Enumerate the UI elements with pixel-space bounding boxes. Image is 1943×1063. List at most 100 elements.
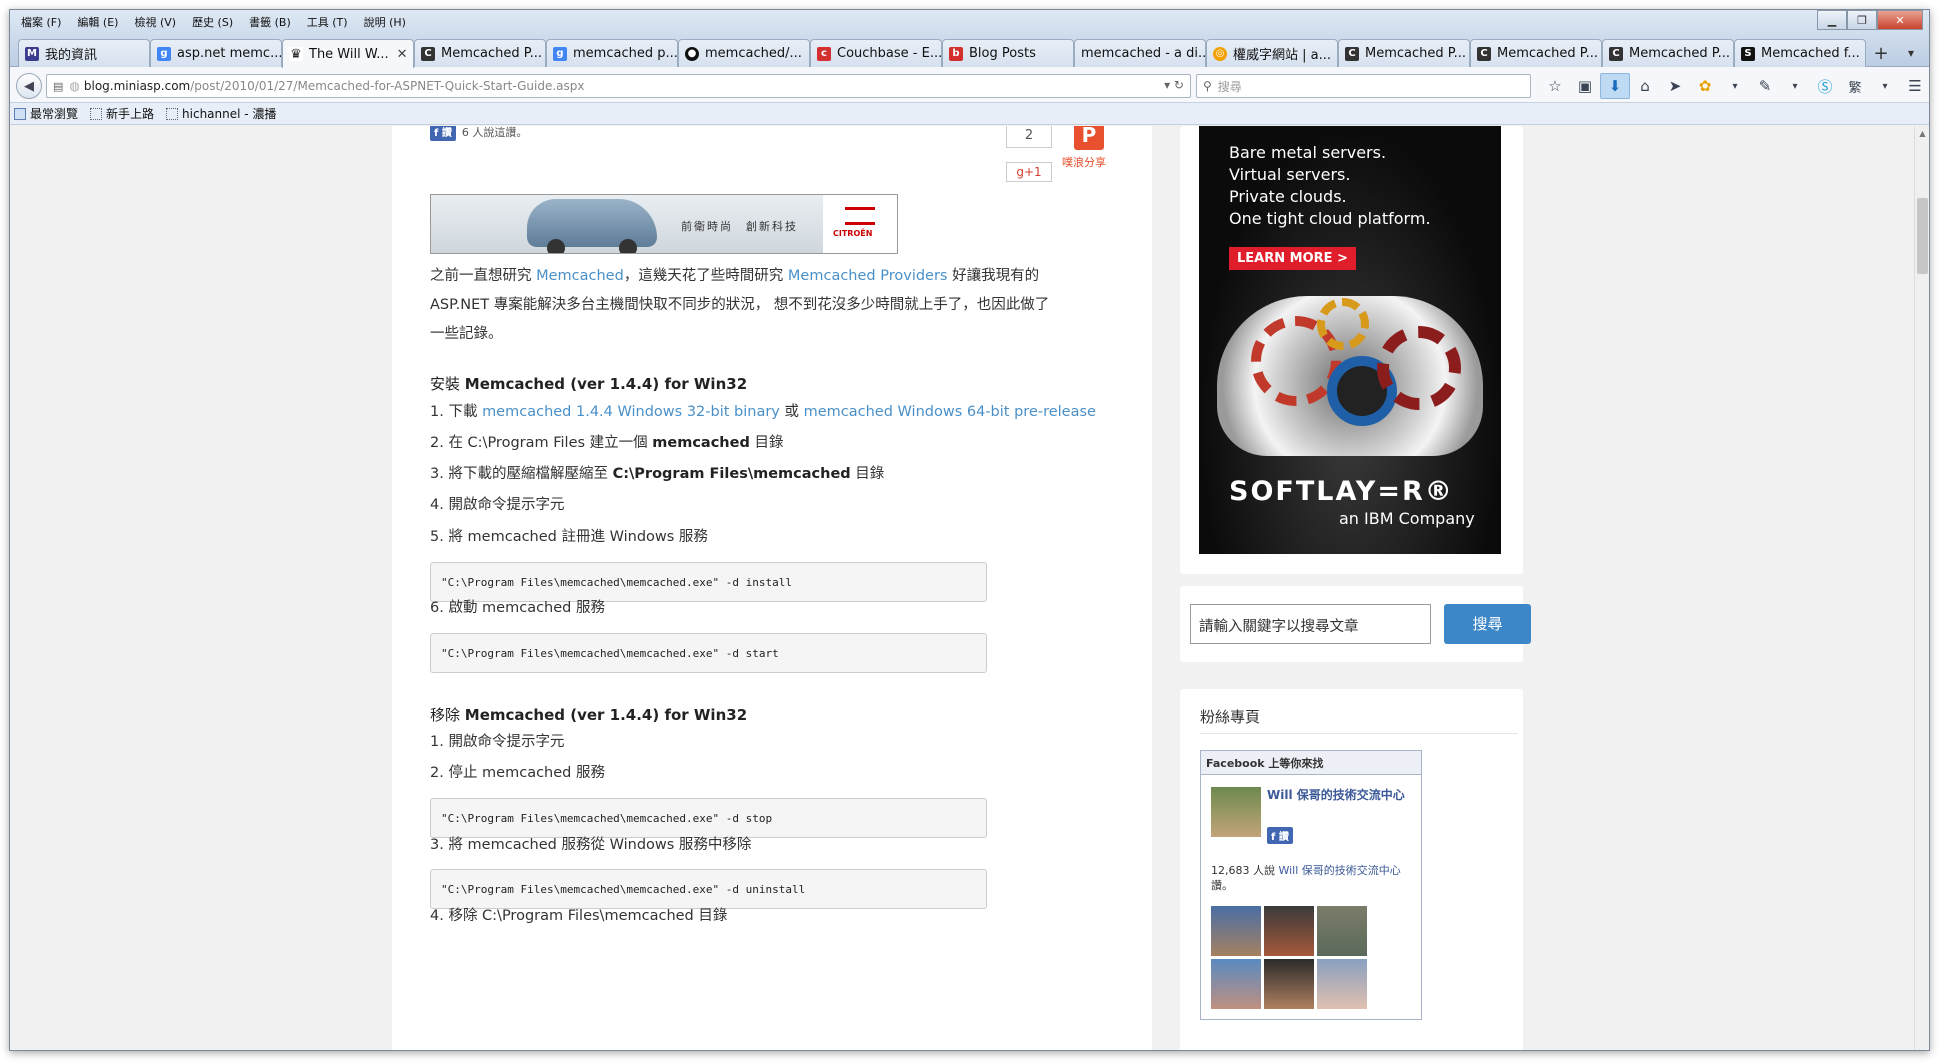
close-window-button[interactable]: ✕ bbox=[1877, 10, 1923, 30]
fan-avatar[interactable] bbox=[1317, 959, 1367, 1009]
fan-avatar[interactable] bbox=[1264, 906, 1314, 956]
step-4: 4. 開啟命令提示字元 bbox=[430, 497, 565, 513]
dropdown-icon[interactable]: ▾ bbox=[1870, 73, 1900, 99]
text: 之前一直想研究 bbox=[430, 268, 537, 284]
url-bar[interactable]: ▤ ◍ blog.miniasp.com/post/2010/01/27/Mem… bbox=[46, 74, 1191, 98]
fb-page-name-link[interactable]: Will 保哥的技術交流中心 bbox=[1267, 787, 1417, 804]
fb-likes-text: 12,683 人說 Will 保哥的技術交流中心 讚。 bbox=[1211, 863, 1416, 893]
extension-icon[interactable]: ✿ bbox=[1690, 73, 1720, 99]
google-icon: g bbox=[553, 46, 567, 61]
article-search-input[interactable]: 請輸入關鍵字以搜尋文章 bbox=[1190, 604, 1431, 644]
menu-help[interactable]: 說明 (H) bbox=[357, 12, 413, 32]
remove-step-3: 3. 將 memcached 服務從 Windows 服務中移除 bbox=[430, 837, 752, 853]
navigation-bar: ◀ ▤ ◍ blog.miniasp.com/post/2010/01/27/M… bbox=[10, 67, 1929, 103]
tab-list-dropdown-icon[interactable]: ▾ bbox=[1898, 39, 1924, 67]
plurk-icon[interactable]: P bbox=[1074, 126, 1104, 150]
browser-window: 檔案 (F) 編輯 (E) 檢視 (V) 歷史 (S) 書籤 (B) 工具 (T… bbox=[9, 9, 1930, 1051]
bold-text: C:\Program Files\memcached bbox=[612, 466, 851, 482]
car-ad-banner[interactable]: 前衛時尚 創新科技 CITROËN bbox=[430, 194, 898, 254]
tab[interactable]: C Memcached P... bbox=[1602, 39, 1734, 67]
minimize-button[interactable]: ▁ bbox=[1817, 10, 1847, 30]
like-label: 讚 bbox=[1278, 832, 1289, 843]
fan-avatar[interactable] bbox=[1211, 906, 1261, 956]
tab[interactable]: g memcached p... bbox=[546, 39, 678, 67]
text: 3. 將下載的壓縮檔解壓縮至 bbox=[430, 466, 613, 482]
identity-icon[interactable]: ▤ bbox=[53, 80, 63, 93]
restore-button[interactable]: ❐ bbox=[1847, 10, 1877, 30]
ad-line: Bare metal servers. bbox=[1229, 143, 1387, 162]
facebook-icon: f bbox=[1271, 832, 1276, 843]
tab[interactable]: g asp.net memc... bbox=[150, 39, 282, 67]
close-tab-icon[interactable]: ✕ bbox=[389, 47, 408, 62]
tab[interactable]: C Memcached P... bbox=[1470, 39, 1602, 67]
google-icon: g bbox=[157, 46, 171, 61]
skype-icon[interactable]: Ⓢ bbox=[1810, 73, 1840, 99]
bookmark-hichannel[interactable]: hichannel - 濃播 bbox=[166, 105, 276, 122]
fan-avatar[interactable] bbox=[1317, 906, 1367, 956]
softlayer-logo: SOFTLAY=R® bbox=[1229, 476, 1454, 507]
plurk-share-label[interactable]: 噗浪分享 bbox=[1062, 154, 1106, 170]
softlayer-ad[interactable]: Bare metal servers. Virtual servers. Pri… bbox=[1199, 126, 1501, 554]
step-1: 1. 下載 memcached 1.4.4 Windows 32-bit bin… bbox=[430, 398, 1110, 427]
learn-more-button[interactable]: LEARN MORE > bbox=[1229, 247, 1356, 270]
tab[interactable]: S Memcached f... bbox=[1734, 39, 1866, 67]
cd-icon: C bbox=[421, 46, 435, 61]
bookmark-star-icon[interactable]: ☆ bbox=[1540, 73, 1570, 99]
bookmark-page-icon bbox=[166, 107, 179, 120]
tab[interactable]: c Couchbase - E... bbox=[810, 39, 942, 67]
menu-view[interactable]: 檢視 (V) bbox=[127, 12, 183, 32]
memcached-link[interactable]: Memcached bbox=[536, 268, 624, 284]
tab[interactable]: memcached - a di... bbox=[1074, 39, 1206, 67]
memcached-providers-link[interactable]: Memcached Providers bbox=[788, 268, 948, 284]
scroll-up-icon[interactable]: ▲ bbox=[1915, 126, 1929, 141]
send-icon[interactable]: ➤ bbox=[1660, 73, 1690, 99]
menu-tools[interactable]: 工具 (T) bbox=[300, 12, 355, 32]
tab-active[interactable]: ♛ The Will W... ✕ bbox=[282, 39, 414, 68]
download-icon[interactable]: ⬇ bbox=[1600, 73, 1630, 99]
new-tab-button[interactable]: + bbox=[1866, 39, 1896, 67]
tool-icon[interactable]: ✎ bbox=[1750, 73, 1780, 99]
tab-label: Memcached P... bbox=[441, 46, 542, 61]
home-icon[interactable]: ⌂ bbox=[1630, 73, 1660, 99]
fb-like-button[interactable]: f 讚 bbox=[430, 126, 456, 141]
tab[interactable]: b Blog Posts bbox=[942, 39, 1074, 67]
page-avatar[interactable] bbox=[1211, 787, 1261, 837]
tab[interactable]: M 我的資訊 bbox=[18, 39, 150, 67]
search-button[interactable]: 搜尋 bbox=[1444, 604, 1531, 644]
dropdown-icon[interactable]: ▾ bbox=[1780, 73, 1810, 99]
menu-bookmarks[interactable]: 書籤 (B) bbox=[242, 12, 298, 32]
step-5: 5. 將 memcached 註冊進 Windows 服務 bbox=[430, 529, 708, 545]
bookmark-page-icon bbox=[90, 107, 103, 120]
text: ，這幾天花了些時間研究 bbox=[623, 268, 788, 284]
fb-box-header: Facebook 上等你來找 bbox=[1201, 751, 1421, 775]
win64-prerelease-link[interactable]: memcached Windows 64-bit pre-release bbox=[804, 404, 1096, 420]
text: 目錄 bbox=[850, 466, 885, 482]
step-6: 6. 啟動 memcached 服務 bbox=[430, 600, 605, 616]
blogger-icon: b bbox=[949, 46, 963, 61]
facebook-like[interactable]: f 讚 6 人說這讚。 bbox=[430, 126, 527, 141]
back-arrow-icon[interactable]: ◀ bbox=[16, 73, 42, 99]
win32-binary-link[interactable]: memcached 1.4.4 Windows 32-bit binary bbox=[482, 404, 780, 420]
tab[interactable]: ● memcached/... bbox=[678, 39, 810, 67]
hamburger-menu-icon[interactable]: ☰ bbox=[1900, 73, 1929, 99]
tab[interactable]: C Memcached P... bbox=[1338, 39, 1470, 67]
translate-icon[interactable]: 繁 bbox=[1840, 73, 1870, 99]
reading-list-icon[interactable]: ▣ bbox=[1570, 73, 1600, 99]
fb-page-link[interactable]: Will 保哥的技術交流中心 bbox=[1278, 864, 1400, 877]
bookmark-getting-started[interactable]: 新手上路 bbox=[90, 105, 154, 122]
reload-icon[interactable]: ▾ ↻ bbox=[1164, 78, 1184, 92]
search-input[interactable]: ⚲ 搜尋 bbox=[1196, 74, 1531, 98]
google-plus-button[interactable]: g+1 bbox=[1006, 162, 1052, 182]
tab[interactable]: C Memcached P... bbox=[414, 39, 546, 67]
tab[interactable]: ◎ 權威字網站 | a... bbox=[1206, 39, 1338, 67]
menu-file[interactable]: 檔案 (F) bbox=[14, 12, 68, 32]
fan-avatar[interactable] bbox=[1211, 959, 1261, 1009]
dropdown-icon[interactable]: ▾ bbox=[1720, 73, 1750, 99]
menu-history[interactable]: 歷史 (S) bbox=[185, 12, 240, 32]
bookmark-most-visited[interactable]: 最常瀏覽 bbox=[14, 105, 78, 122]
menu-edit[interactable]: 編輯 (E) bbox=[70, 12, 125, 32]
fb-page-like-button[interactable]: f 讚 bbox=[1267, 827, 1293, 844]
vertical-scrollbar[interactable]: ▲ bbox=[1914, 126, 1929, 1050]
scrollbar-thumb[interactable] bbox=[1917, 198, 1928, 274]
fan-avatar[interactable] bbox=[1264, 959, 1314, 1009]
